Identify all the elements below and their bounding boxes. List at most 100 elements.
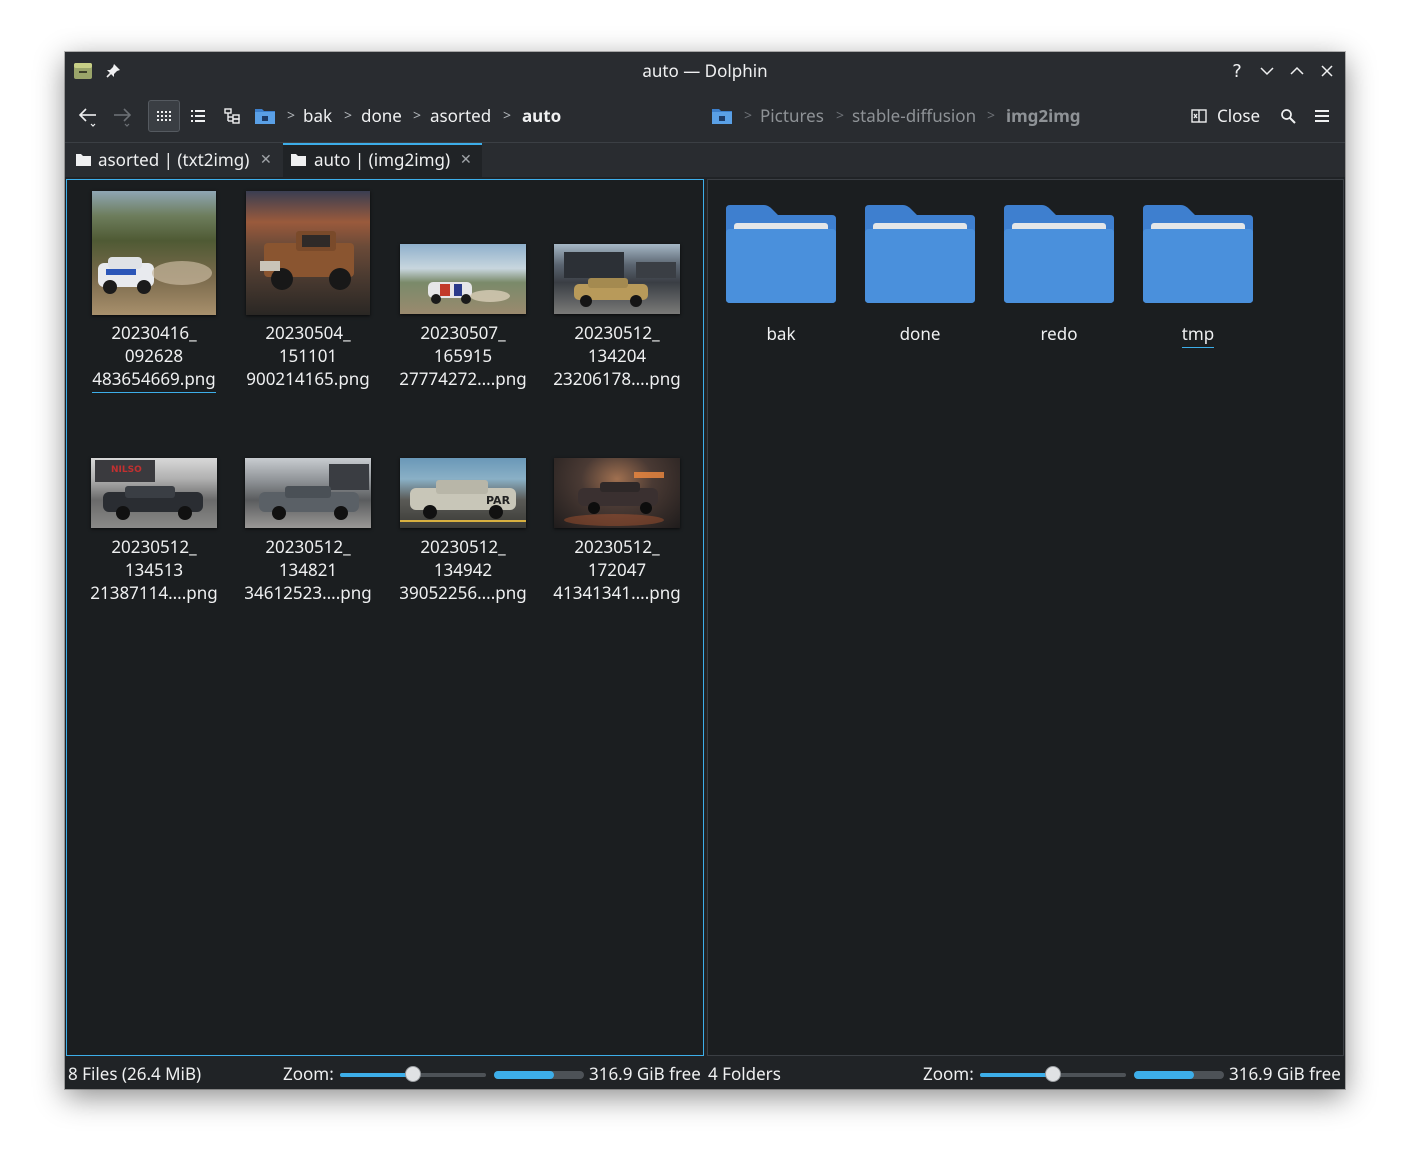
file-name[interactable]: 20230512_ 134204 23206178....png — [542, 321, 692, 390]
location-folder-icon[interactable] — [249, 100, 281, 132]
split-close-icon[interactable] — [1189, 100, 1209, 132]
tab-asorted[interactable]: asorted | (txt2img) ✕ — [65, 143, 283, 177]
maximize-icon[interactable] — [1287, 61, 1307, 81]
tab-label: asorted | (txt2img) — [98, 148, 250, 171]
breadcrumb-img2img[interactable]: img2img — [1006, 102, 1081, 130]
file-name[interactable]: 20230512_ 134821 34612523....png — [233, 535, 383, 604]
image-thumbnail[interactable]: NILSO — [91, 458, 217, 528]
file-name-line: 20230507_ — [420, 321, 506, 344]
svg-text:NILSO: NILSO — [111, 465, 142, 475]
folder-label[interactable]: bak — [724, 322, 838, 345]
folder-icon — [76, 154, 91, 166]
help-icon[interactable]: ? — [1227, 61, 1247, 81]
file-name[interactable]: 20230416_ 092628 483654669.png — [79, 321, 229, 393]
file-name[interactable]: 20230507_ 165915 27774272....png — [388, 321, 538, 390]
tab-bar: asorted | (txt2img) ✕ auto | (img2img) ✕ — [65, 143, 1345, 177]
file-name-line: 39052256....png — [399, 581, 527, 604]
tab-auto[interactable]: auto | (img2img) ✕ — [283, 143, 482, 177]
right-free-space: 316.9 GiB free — [1229, 1062, 1341, 1085]
compact-view-button[interactable] — [182, 100, 214, 132]
folder-item[interactable] — [1141, 203, 1255, 305]
breadcrumb-bak[interactable]: bak — [303, 102, 332, 130]
image-thumbnail[interactable] — [554, 458, 680, 528]
file-name[interactable]: 20230512_ 134513 21387114....png — [79, 535, 229, 604]
file-name-line: 134513 — [124, 558, 184, 581]
breadcrumb-asorted[interactable]: asorted — [430, 102, 491, 130]
image-thumbnail[interactable] — [246, 191, 370, 315]
tab-close-icon[interactable]: ✕ — [460, 145, 472, 175]
breadcrumb-pictures[interactable]: Pictures — [760, 102, 824, 130]
svg-text:?: ? — [1232, 62, 1242, 80]
tab-close-icon[interactable]: ✕ — [260, 143, 272, 177]
right-file-pane[interactable]: bak done redo tmp — [707, 179, 1344, 1056]
file-name-line: 34612523....png — [244, 581, 372, 604]
left-status-summary: 8 Files (26.4 MiB) — [68, 1062, 202, 1085]
forward-button[interactable] — [107, 100, 139, 132]
right-zoom-slider[interactable] — [980, 1066, 1126, 1082]
file-name-line: 20230512_ — [574, 535, 660, 558]
file-name-line: 134204 — [587, 344, 647, 367]
folder-item[interactable] — [863, 203, 977, 305]
details-view-button[interactable] — [216, 100, 248, 132]
breadcrumb-separator: > — [836, 106, 845, 125]
icons-view-button[interactable] — [148, 100, 180, 132]
folder-label-wrap[interactable]: tmp — [1141, 322, 1255, 348]
file-name-line: 41341341....png — [553, 581, 681, 604]
file-name-line: 134942 — [433, 558, 493, 581]
image-thumbnail[interactable] — [245, 458, 371, 528]
file-name[interactable]: 20230512_ 134942 39052256....png — [388, 535, 538, 604]
folder-label[interactable]: done — [863, 322, 977, 345]
breadcrumb-auto[interactable]: auto — [522, 102, 561, 130]
status-bar: 8 Files (26.4 MiB) Zoom: 316.9 GiB free … — [65, 1059, 1345, 1089]
right-disk-usage-bar[interactable] — [1134, 1071, 1224, 1079]
left-file-pane[interactable]: 20230416_ 092628 483654669.png 20230504_ 15… — [66, 179, 704, 1056]
toolbar: > bak > done > asorted > auto > Pictures… — [65, 90, 1345, 143]
breadcrumb-separator: > — [987, 106, 996, 125]
close-split-button[interactable]: Close — [1217, 102, 1260, 130]
file-name-line: 21387114....png — [90, 581, 218, 604]
left-disk-usage-bar[interactable] — [494, 1071, 584, 1079]
file-name-line: 900214165.png — [246, 367, 370, 390]
breadcrumb-done[interactable]: done — [361, 102, 402, 130]
image-thumbnail[interactable] — [400, 244, 526, 314]
file-name-line: 165915 — [433, 344, 493, 367]
folder-item[interactable] — [724, 203, 838, 305]
file-name-line: 172047 — [587, 558, 647, 581]
file-name[interactable]: 20230512_ 172047 41341341....png — [542, 535, 692, 604]
file-name-line: 092628 — [124, 344, 184, 367]
right-status-summary: 4 Folders — [708, 1062, 781, 1085]
breadcrumb-separator: > — [503, 106, 512, 125]
folder-item[interactable] — [1002, 203, 1116, 305]
file-name[interactable]: 20230504_ 151101 900214165.png — [233, 321, 383, 390]
close-window-icon[interactable] — [1317, 61, 1337, 81]
breadcrumb-separator: > — [287, 106, 296, 125]
breadcrumb-separator: > — [413, 106, 422, 125]
zoom-slider-fill — [340, 1073, 413, 1077]
title-bar: auto — Dolphin ? — [65, 52, 1345, 90]
file-name-line: 20230512_ — [111, 535, 197, 558]
file-name-line: 134821 — [278, 558, 338, 581]
image-thumbnail[interactable] — [554, 244, 680, 314]
zoom-slider-handle[interactable] — [405, 1066, 421, 1082]
dolphin-window: auto — Dolphin ? > bak > done > asorted … — [65, 52, 1345, 1089]
folder-label: tmp — [1181, 322, 1215, 348]
file-name-line: 151101 — [278, 344, 338, 367]
left-zoom-label: Zoom: — [283, 1062, 334, 1085]
location-folder-icon-right[interactable] — [706, 100, 738, 132]
search-icon[interactable] — [1272, 100, 1304, 132]
file-name-line: 23206178....png — [553, 367, 681, 390]
image-thumbnail[interactable] — [92, 191, 216, 315]
zoom-slider-handle[interactable] — [1045, 1066, 1061, 1082]
hamburger-menu-icon[interactable] — [1306, 100, 1338, 132]
left-zoom-slider[interactable] — [340, 1066, 486, 1082]
breadcrumb-separator: > — [344, 106, 353, 125]
image-thumbnail[interactable]: PAR — [400, 458, 526, 528]
file-name-line: 20230416_ — [111, 321, 197, 344]
folder-label[interactable]: redo — [1002, 322, 1116, 345]
file-name-line: 20230512_ — [420, 535, 506, 558]
right-zoom-label: Zoom: — [923, 1062, 974, 1085]
minimize-icon[interactable] — [1257, 61, 1277, 81]
back-button[interactable] — [73, 100, 105, 132]
folder-icon — [1004, 205, 1114, 303]
breadcrumb-stable-diffusion[interactable]: stable-diffusion — [852, 102, 976, 130]
